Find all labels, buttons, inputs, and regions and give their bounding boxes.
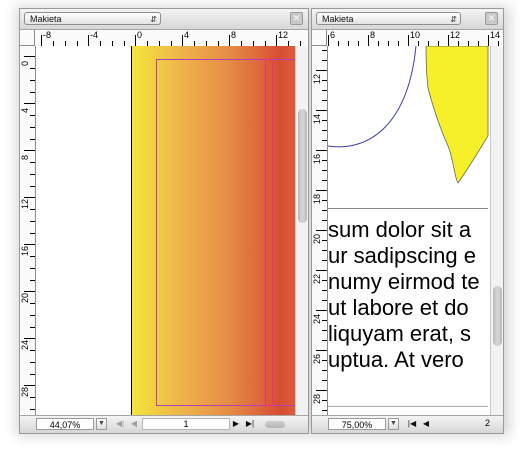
last-page-icon[interactable]: ▶|: [244, 418, 256, 430]
ruler-label: 26: [312, 353, 322, 364]
ruler-label: 28: [20, 386, 30, 397]
ruler-label: 8: [370, 30, 376, 40]
left-layout-select[interactable]: Makieta ⇵: [24, 12, 161, 25]
first-page-icon[interactable]: |◀: [406, 418, 418, 430]
left-canvas[interactable]: [36, 46, 295, 415]
right-layout-pane: Makieta ⇵ ✕ 6 8 10 12 14 12 14 16 18 20 …: [311, 8, 504, 434]
left-status-bar: 44,07% ▼ ◀​| ◀ 1 ▶ ▶|: [20, 415, 308, 433]
right-canvas[interactable]: sum dolor sit a ur sadipscing e numy eir…: [328, 46, 491, 415]
text-line[interactable]: liquyam erat, s: [328, 321, 471, 347]
ruler-label: 14: [490, 30, 501, 40]
text-frame[interactable]: [156, 59, 295, 406]
ruler-corner: [312, 30, 327, 46]
text-line[interactable]: numy eirmod te: [328, 269, 480, 295]
ruler-label: 8: [231, 30, 237, 40]
ruler-label: 12: [20, 198, 30, 209]
ruler-label: 16: [312, 153, 322, 164]
right-layout-select[interactable]: Makieta ⇵: [316, 12, 461, 25]
ruler-label: 12: [312, 73, 322, 84]
chevron-updown-icon: ⇵: [450, 15, 457, 24]
ruler-label: 28: [312, 393, 322, 404]
ruler-label: 24: [20, 339, 30, 350]
ruler-label: 12: [450, 30, 461, 40]
ruler-label: -4: [90, 30, 99, 40]
ruler-label: 6: [330, 30, 336, 40]
right-vertical-scrollbar[interactable]: [490, 46, 503, 415]
vertical-ruler: 12 14 16 18 20 22 24 26 28: [312, 46, 328, 415]
ruler-label: 18: [312, 193, 322, 204]
ruler-label: 4: [20, 107, 30, 113]
left-layout-pane: Makieta ⇵ ✕ -8 -4 0 4 8 12 0 4 8 12 16 2…: [19, 8, 309, 434]
chevron-updown-icon: ⇵: [150, 15, 157, 24]
ruler-label: 10: [410, 30, 421, 40]
ruler-label: 24: [312, 313, 322, 324]
ruler-label: 0: [20, 60, 30, 66]
ruler-label: 12: [278, 30, 289, 40]
previous-page-icon[interactable]: ◀: [128, 418, 140, 430]
guide-frame[interactable]: [265, 59, 273, 406]
right-layout-select-label: Makieta: [322, 14, 354, 24]
ruler-label: 14: [312, 113, 322, 124]
text-line[interactable]: ut labore et do: [328, 295, 469, 321]
ruler-corner: [20, 30, 35, 46]
yellow-shape[interactable]: [425, 46, 489, 184]
close-icon[interactable]: ✕: [485, 12, 498, 25]
ruler-ticks: [41, 35, 301, 46]
circle-outline[interactable]: [328, 46, 417, 148]
zoom-field[interactable]: 44,07%: [36, 418, 94, 430]
ruler-label: 22: [312, 273, 322, 284]
ruler-label: -8: [43, 30, 52, 40]
page-number-field[interactable]: 1: [142, 418, 230, 430]
horizontal-ruler: -8 -4 0 4 8 12: [35, 30, 308, 47]
ruler-label: 20: [20, 292, 30, 303]
text-line[interactable]: ur sadipscing e: [328, 243, 476, 269]
next-page-icon[interactable]: ▶: [230, 418, 242, 430]
ruler-label: 0: [137, 30, 143, 40]
ruler-label: 20: [312, 233, 322, 244]
first-page-icon[interactable]: ◀​|: [114, 418, 126, 430]
horizontal-ruler: 6 8 10 12 14: [327, 30, 503, 47]
ruler-ticks: [24, 56, 35, 410]
right-pane-toolbar: Makieta ⇵ ✕: [312, 9, 503, 30]
horizontal-scroll-thumb[interactable]: [265, 421, 285, 428]
ruler-label: 8: [20, 154, 30, 160]
text-line[interactable]: sum dolor sit a: [328, 217, 471, 243]
page-number-field[interactable]: 2: [434, 418, 490, 430]
left-vertical-scrollbar[interactable]: [295, 46, 308, 415]
previous-page-icon[interactable]: ◀: [420, 418, 432, 430]
vertical-ruler: 0 4 8 12 16 20 24 28: [20, 46, 36, 415]
right-status-bar: 75,00% ▼ |◀ ◀ 2: [312, 415, 503, 433]
chevron-down-icon[interactable]: ▼: [388, 418, 399, 430]
ruler-label: 4: [184, 30, 190, 40]
scroll-thumb[interactable]: [298, 109, 307, 223]
scroll-thumb[interactable]: [493, 286, 502, 346]
text-line[interactable]: uptua. At vero: [328, 347, 464, 373]
left-layout-select-label: Makieta: [30, 14, 62, 24]
ruler-label: 16: [20, 245, 30, 256]
chevron-down-icon[interactable]: ▼: [96, 418, 107, 430]
left-pane-toolbar: Makieta ⇵ ✕: [20, 9, 308, 30]
close-icon[interactable]: ✕: [290, 12, 303, 25]
zoom-field[interactable]: 75,00%: [328, 418, 386, 430]
